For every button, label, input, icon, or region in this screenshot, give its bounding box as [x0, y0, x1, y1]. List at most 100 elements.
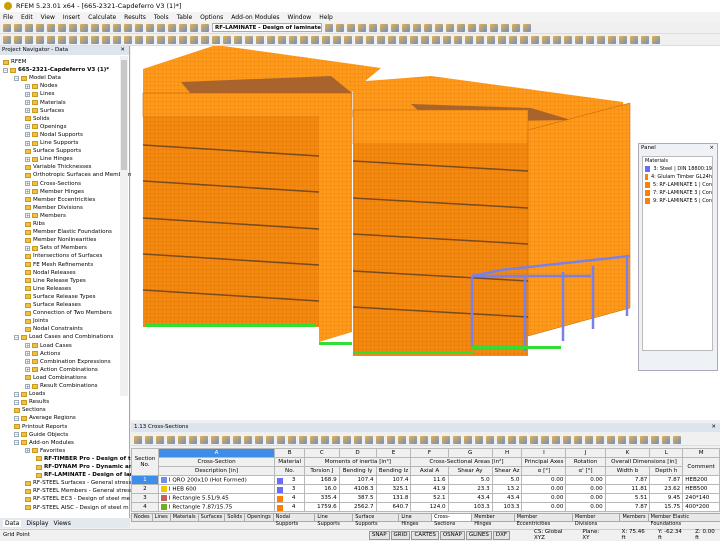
sheet-tab-member-divisions[interactable]: Member Divisions — [571, 513, 621, 527]
cell[interactable]: 43.4 — [491, 493, 523, 503]
toolbar-button-icon[interactable] — [69, 35, 77, 44]
cell[interactable]: 11.81 — [604, 484, 651, 494]
expand-icon[interactable]: + — [25, 359, 30, 365]
section-no[interactable]: 4 — [131, 502, 159, 512]
tab-data[interactable]: Data — [3, 519, 22, 527]
sheet-tab-line-hinges[interactable]: Line Hinges — [398, 513, 433, 527]
toolbar-button-icon[interactable] — [652, 35, 660, 44]
expand-icon[interactable]: + — [25, 189, 30, 195]
toolbar-button-icon[interactable] — [597, 35, 605, 44]
tree-item[interactable]: − Loads — [14, 390, 45, 398]
toolbar-button-icon[interactable] — [168, 35, 176, 44]
cell[interactable]: 16.0 — [304, 484, 340, 494]
cell[interactable]: 640.7 — [375, 502, 412, 512]
toolbar-button-icon[interactable] — [523, 23, 531, 32]
toolbar-button-icon[interactable] — [347, 23, 355, 32]
toolbar-button-icon[interactable] — [501, 23, 509, 32]
toolbar-button-icon[interactable] — [608, 35, 616, 44]
toolbar-button-icon[interactable] — [388, 35, 396, 44]
toolbar-button-icon[interactable] — [300, 35, 308, 44]
cell[interactable]: 131.8 — [375, 493, 412, 503]
toolbar-button-icon[interactable] — [91, 23, 99, 32]
toolbar-button-icon[interactable] — [662, 435, 670, 444]
tree-item[interactable]: Surface Releases — [25, 301, 81, 309]
column-letter[interactable]: G — [447, 448, 493, 458]
material-no[interactable]: 3 — [274, 475, 306, 485]
cell[interactable]: 0.00 — [521, 484, 567, 494]
toolbar-button-icon[interactable] — [530, 435, 538, 444]
column-letter[interactable]: J — [565, 448, 606, 458]
cross-section-description[interactable]: I Rectangle 5.51/9.45 — [157, 493, 276, 503]
tree-item[interactable]: Surface Supports — [25, 147, 81, 155]
tree-item[interactable]: − Average Regions — [14, 414, 76, 422]
toolbar-button-icon[interactable] — [673, 435, 681, 444]
toolbar-button-icon[interactable] — [278, 35, 286, 44]
cell[interactable]: 4108.3 — [338, 484, 377, 494]
model-viewport[interactable] — [131, 45, 720, 420]
cell[interactable]: 124.0 — [410, 502, 449, 512]
cross-section-description[interactable]: I HEB 600 — [157, 484, 276, 494]
toolbar-button-icon[interactable] — [201, 23, 209, 32]
toolbar-button-icon[interactable] — [256, 35, 264, 44]
toolbar-button-icon[interactable] — [58, 23, 66, 32]
cell[interactable]: 103.3 — [447, 502, 493, 512]
toolbar-button-icon[interactable] — [596, 435, 604, 444]
toolbar-button-icon[interactable] — [479, 23, 487, 32]
cross-section-description[interactable]: I QRO 200x10 (Hot Formed) — [157, 475, 276, 485]
tree-item[interactable]: Variable Thicknesses — [25, 163, 91, 171]
sheet-tab-lines[interactable]: Lines — [151, 513, 171, 522]
tree-item[interactable]: + Combination Expressions — [25, 358, 111, 366]
toolbar-button-icon[interactable] — [69, 23, 77, 32]
toolbar-button-icon[interactable] — [641, 35, 649, 44]
toolbar-button-icon[interactable] — [585, 435, 593, 444]
tree-item[interactable]: Member Eccentricities — [25, 196, 95, 204]
expand-icon[interactable]: + — [25, 132, 30, 138]
toolbar-button-icon[interactable] — [487, 35, 495, 44]
cell[interactable]: 5.0 — [447, 475, 493, 485]
tree-item[interactable]: + Nodes — [25, 82, 58, 90]
toolbar-button-icon[interactable] — [325, 23, 333, 32]
toolbar-button-icon[interactable] — [145, 435, 153, 444]
toolbar-button-icon[interactable] — [490, 23, 498, 32]
cross-section-description[interactable]: I Rectangle 7.87/15.75 — [157, 502, 276, 512]
tree-item[interactable]: Member Elastic Foundations — [25, 228, 112, 236]
cell[interactable]: 5.51 — [604, 493, 651, 503]
toolbar-button-icon[interactable] — [508, 435, 516, 444]
column-letter[interactable]: M — [682, 448, 720, 458]
toolbar-button-icon[interactable] — [321, 435, 329, 444]
cell[interactable]: 0.00 — [521, 502, 567, 512]
toolbar-button-icon[interactable] — [468, 23, 476, 32]
toolbar-button-icon[interactable] — [354, 435, 362, 444]
column-letter[interactable]: A — [157, 448, 276, 458]
column-letter[interactable]: B — [274, 448, 306, 458]
expand-icon[interactable]: − — [14, 415, 19, 421]
toolbar-button-icon[interactable] — [410, 35, 418, 44]
tree-item[interactable]: − Model Data — [14, 74, 61, 82]
toolbar-button-icon[interactable] — [233, 435, 241, 444]
expand-icon[interactable]: − — [14, 391, 19, 397]
column-letter[interactable]: I — [521, 448, 567, 458]
toolbar-button-icon[interactable] — [563, 435, 571, 444]
sheet-tab-solids[interactable]: Solids — [224, 513, 246, 522]
tree-item[interactable]: Nodal Constraints — [25, 325, 83, 333]
tree-item[interactable]: + Result Combinations — [25, 382, 98, 390]
tree-item[interactable]: RF-STEEL AISC - Design of steel m — [25, 504, 129, 512]
cell[interactable]: 240*140 — [682, 493, 720, 503]
cell[interactable]: HEB500 — [682, 484, 720, 494]
tree-item[interactable]: + Actions — [25, 350, 60, 358]
expand-icon[interactable]: + — [25, 156, 30, 162]
toolbar-button-icon[interactable] — [47, 35, 55, 44]
toolbar-button-icon[interactable] — [586, 35, 594, 44]
cell[interactable]: 387.5 — [338, 493, 377, 503]
toolbar-button-icon[interactable] — [322, 35, 330, 44]
cell[interactable]: 13.2 — [491, 484, 523, 494]
toolbar-button-icon[interactable] — [255, 435, 263, 444]
cell[interactable]: 2562.7 — [338, 502, 377, 512]
tree-item[interactable]: Sections — [14, 406, 46, 414]
sheet-tab-member-hinges[interactable]: Member Hinges — [471, 513, 515, 527]
toolbar-button-icon[interactable] — [135, 35, 143, 44]
cell[interactable]: 107.4 — [338, 475, 377, 485]
cell[interactable]: 9.45 — [649, 493, 684, 503]
toolbar-button-icon[interactable] — [135, 23, 143, 32]
toolbar-button-icon[interactable] — [498, 35, 506, 44]
